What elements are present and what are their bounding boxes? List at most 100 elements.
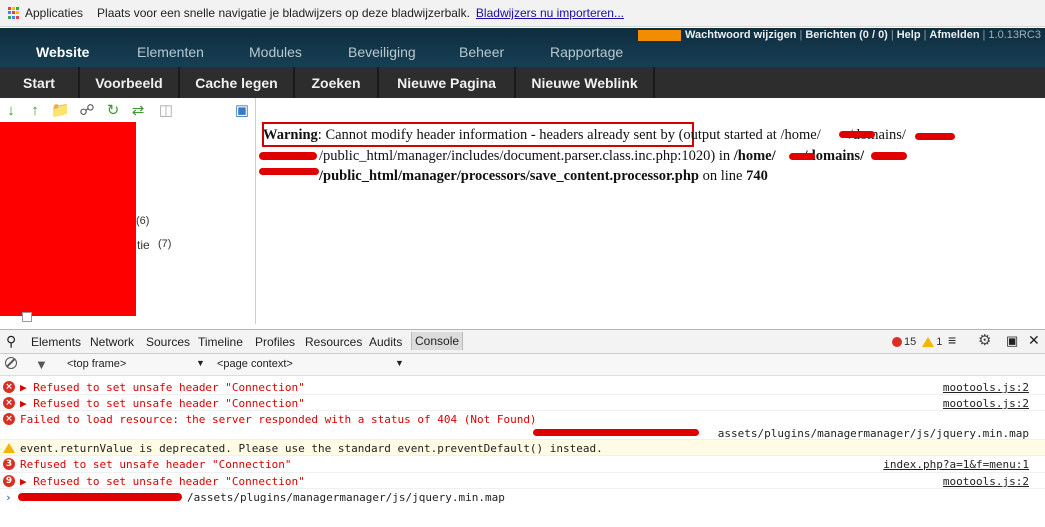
console-message: 3 Refused to set unsafe header "Connecti… (0, 456, 1045, 473)
tab-timeline[interactable]: Timeline (198, 335, 243, 349)
error-icon (892, 337, 902, 347)
start-button[interactable]: Start (0, 67, 80, 98)
console-source-link[interactable]: mootools.js:2 (943, 381, 1029, 394)
settings-gear-icon[interactable]: ⚙ (978, 331, 991, 349)
shuffle-icon[interactable]: ⇄ (129, 102, 147, 120)
console-drawer-icon[interactable]: ≡ (948, 332, 956, 348)
tab-beheer[interactable]: Beheer (459, 44, 504, 60)
preview-button[interactable]: Voorbeeld (80, 67, 180, 98)
tab-audits[interactable]: Audits (369, 335, 402, 349)
redaction-scribble (259, 152, 317, 160)
warning-line-2: /public_html/manager/includes/document.p… (319, 148, 865, 164)
tree-item-count: (7) (158, 238, 172, 250)
console-message-text: ▶ Refused to set unsafe header "Connecti… (20, 475, 305, 488)
console-message-text: ▶ Refused to set unsafe header "Connecti… (20, 397, 305, 410)
redaction-scribble (871, 152, 907, 160)
chevron-down-icon[interactable]: ▼ (196, 358, 205, 368)
warning-line-3: /public_html/manager/processors/save_con… (319, 168, 768, 184)
apps-grid-icon[interactable] (8, 7, 20, 19)
tab-elementen[interactable]: Elementen (137, 44, 204, 60)
redacted-tree-items (0, 122, 136, 316)
inspect-search-icon[interactable]: ⚲ (6, 333, 16, 350)
warning-label: Warning (263, 127, 318, 143)
bookmarks-placeholder-text: Plaats voor een snelle navigatie je blad… (97, 6, 470, 20)
help-link[interactable]: Help (897, 29, 921, 41)
apps-link[interactable]: Applicaties (25, 6, 83, 20)
clear-cache-button[interactable]: Cache legen (180, 67, 295, 98)
redaction-scribble (839, 131, 875, 138)
tree-checkbox[interactable] (22, 312, 32, 322)
redaction-scribble (789, 153, 815, 160)
search-button[interactable]: Zoeken (295, 67, 379, 98)
tree-toolbar: ↓ ↑ 📁 ☍ ↻ ⇄ ◫ ▣ (0, 102, 255, 122)
warning-icon (922, 337, 935, 347)
redacted-username (638, 29, 682, 41)
error-icon: × (3, 381, 15, 393)
new-folder-icon[interactable]: 📁 (51, 102, 70, 120)
collapse-pane-icon[interactable]: ▣ (233, 102, 251, 120)
tab-beveiliging[interactable]: Beveiliging (348, 44, 416, 60)
arrow-up-icon[interactable]: ↑ (26, 102, 44, 120)
console-message-text: Refused to set unsafe header "Connection… (20, 458, 292, 471)
version-label: 1.0.13RC3 (988, 29, 1041, 41)
warning-icon (3, 443, 15, 453)
tree-item-count: (6) (136, 215, 150, 227)
clear-console-icon[interactable] (5, 357, 17, 369)
console-source-link[interactable]: index.php?a=1&f=menu:1 (883, 458, 1029, 471)
repeat-count-badge: 3 (3, 458, 15, 470)
devtools-tabbar: ⚲ Elements Network Sources Timeline Prof… (0, 329, 1045, 354)
console-message: 9 ▶ Refused to set unsafe header "Connec… (0, 473, 1045, 489)
console-source-link[interactable]: assets/plugins/managermanager/js/jquery.… (718, 427, 1029, 440)
link-icon[interactable]: ☍ (78, 102, 96, 120)
tab-network[interactable]: Network (90, 335, 134, 349)
prompt-chevron-icon: › (5, 491, 12, 504)
site-tree-pane: ↓ ↑ 📁 ☍ ↻ ⇄ ◫ ▣ (6) tie (7) (0, 98, 256, 324)
close-icon[interactable]: ✕ (1028, 332, 1040, 349)
tab-modules[interactable]: Modules (249, 44, 302, 60)
dock-icon[interactable]: ▣ (1006, 333, 1018, 349)
tab-elements[interactable]: Elements (31, 335, 81, 349)
error-warning-counter[interactable]: 15 1 (892, 336, 942, 348)
frame-select[interactable]: <top frame> (67, 358, 126, 370)
redaction-scribble (259, 168, 319, 175)
console-message-text: ▶ Refused to set unsafe header "Connecti… (20, 381, 305, 394)
tab-rapportage[interactable]: Rapportage (550, 44, 623, 60)
console-message-text: event.returnValue is deprecated. Please … (20, 442, 603, 455)
bookmarks-bar: Applicaties Plaats voor een snelle navig… (0, 0, 1045, 27)
context-select[interactable]: <page context> (217, 358, 293, 370)
messages-link[interactable]: Berichten (0 / 0) (805, 29, 888, 41)
action-bar: Start Voorbeeld Cache legen Zoeken Nieuw… (0, 67, 1045, 98)
redaction-scribble (18, 493, 182, 501)
console-message: × Failed to load resource: the server re… (0, 411, 1045, 440)
import-bookmarks-link[interactable]: Bladwijzers nu importeren... (476, 6, 624, 20)
tree-item-label[interactable]: tie (137, 238, 150, 252)
change-password-link[interactable]: Wachtwoord wijzigen (685, 29, 796, 41)
console-input-text[interactable]: /assets/plugins/managermanager/js/jquery… (187, 491, 505, 504)
tab-profiles[interactable]: Profiles (255, 335, 295, 349)
warning-line-1: Warning: Cannot modify header informatio… (263, 127, 906, 143)
logout-link[interactable]: Afmelden (929, 29, 979, 41)
new-page-button[interactable]: Nieuwe Pagina (379, 67, 516, 98)
refresh-icon[interactable]: ↻ (104, 102, 122, 120)
error-icon: × (3, 413, 15, 425)
chevron-down-icon[interactable]: ▼ (395, 358, 404, 368)
filter-icon[interactable]: ▼ (35, 357, 48, 372)
account-bar: Wachtwoord wijzigen | Berichten (0 / 0) | … (638, 28, 1045, 42)
trash-icon[interactable]: ◫ (157, 102, 175, 120)
console-message: × ▶ Refused to set unsafe header "Connec… (0, 379, 1045, 395)
redaction-scribble (533, 429, 699, 436)
tab-console[interactable]: Console (411, 332, 464, 350)
tab-resources[interactable]: Resources (305, 335, 362, 349)
console-prompt[interactable]: › /assets/plugins/managermanager/js/jque… (0, 489, 1045, 507)
console-filter-bar: ▼ <top frame> ▼ <page context> ▼ (0, 354, 1045, 376)
new-weblink-button[interactable]: Nieuwe Weblink (516, 67, 655, 98)
console-source-link[interactable]: mootools.js:2 (943, 475, 1029, 488)
main-navigation: Website Elementen Modules Beveiliging Be… (0, 28, 1045, 67)
tab-sources[interactable]: Sources (146, 335, 190, 349)
console-message: × ▶ Refused to set unsafe header "Connec… (0, 395, 1045, 411)
tab-website[interactable]: Website (36, 44, 89, 60)
arrow-down-icon[interactable]: ↓ (2, 102, 20, 120)
console-output: × ▶ Refused to set unsafe header "Connec… (0, 377, 1045, 527)
repeat-count-badge: 9 (3, 475, 15, 487)
console-source-link[interactable]: mootools.js:2 (943, 397, 1029, 410)
